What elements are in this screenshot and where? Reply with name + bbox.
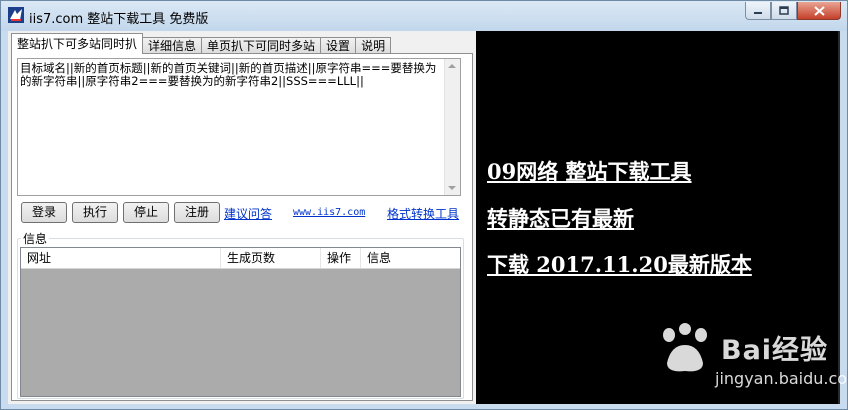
result-list[interactable]: 网址 生成页数 操作 信息	[20, 247, 461, 397]
tab-single-page[interactable]: 单页扒下可同时多站	[201, 37, 322, 54]
config-text: 目标域名||新的首页标题||新的首页关键词||新的首页描述||原字符串===要替…	[20, 61, 437, 88]
tab-settings[interactable]: 设置	[320, 37, 357, 54]
column-action[interactable]: 操作	[321, 248, 361, 268]
execute-button[interactable]: 执行	[72, 202, 118, 223]
tab-site-download[interactable]: 整站扒下可多站同时扒	[11, 33, 144, 54]
minimize-icon	[754, 11, 762, 14]
close-icon	[813, 5, 825, 16]
column-pages[interactable]: 生成页数	[221, 248, 321, 268]
window-controls	[745, 2, 841, 22]
paw-icon	[663, 323, 707, 372]
app-icon	[8, 7, 24, 23]
login-button[interactable]: 登录	[21, 202, 67, 223]
stop-button[interactable]: 停止	[123, 202, 169, 223]
baidu-watermark: Bai经验 jingyan.baidu.com	[651, 323, 848, 398]
feedback-link[interactable]: 建议问答	[224, 205, 272, 222]
minimize-button[interactable]	[745, 2, 771, 20]
app-window: iis7.com 整站下载工具 免费版 整站扒下可多站同时扒 详细信息 单页扒下…	[0, 0, 848, 410]
maximize-icon	[779, 6, 789, 15]
list-header: 网址 生成页数 操作 信息	[21, 248, 460, 269]
column-url[interactable]: 网址	[21, 248, 221, 268]
banner-scrollbar	[838, 31, 840, 404]
scroll-down-icon[interactable]	[448, 186, 456, 190]
register-button[interactable]: 注册	[174, 202, 220, 223]
banner-line-3[interactable]: 下载 2017.11.20最新版本	[487, 249, 752, 279]
watermark-url: jingyan.baidu.com	[715, 369, 848, 388]
left-panel: 整站扒下可多站同时扒 详细信息 单页扒下可同时多站 设置 说明 目标域名||新的…	[8, 31, 476, 404]
info-group-label: 信息	[21, 230, 50, 247]
convert-tool-link[interactable]: 格式转换工具	[387, 205, 459, 222]
tab-details[interactable]: 详细信息	[142, 37, 203, 54]
site-link[interactable]: www.iis7.com	[293, 207, 365, 218]
scroll-up-icon[interactable]	[448, 64, 456, 68]
window-title: iis7.com 整站下载工具 免费版	[29, 12, 209, 27]
textarea-scrollbar[interactable]	[444, 59, 460, 195]
column-info[interactable]: 信息	[361, 248, 460, 268]
config-textarea[interactable]: 目标域名||新的首页标题||新的首页关键词||新的首页描述||原字符串===要替…	[17, 58, 461, 196]
tab-strip: 整站扒下可多站同时扒 详细信息 单页扒下可同时多站 设置 说明	[11, 33, 392, 54]
maximize-button[interactable]	[771, 2, 797, 20]
banner-line-2[interactable]: 转静态已有最新	[487, 203, 634, 233]
close-button[interactable]	[797, 2, 841, 20]
title-bar[interactable]: iis7.com 整站下载工具 免费版	[1, 1, 847, 31]
tab-help[interactable]: 说明	[355, 37, 392, 54]
banner-line-1[interactable]: 09网络 整站下载工具	[487, 156, 692, 186]
watermark-brand: Bai经验	[721, 335, 829, 366]
